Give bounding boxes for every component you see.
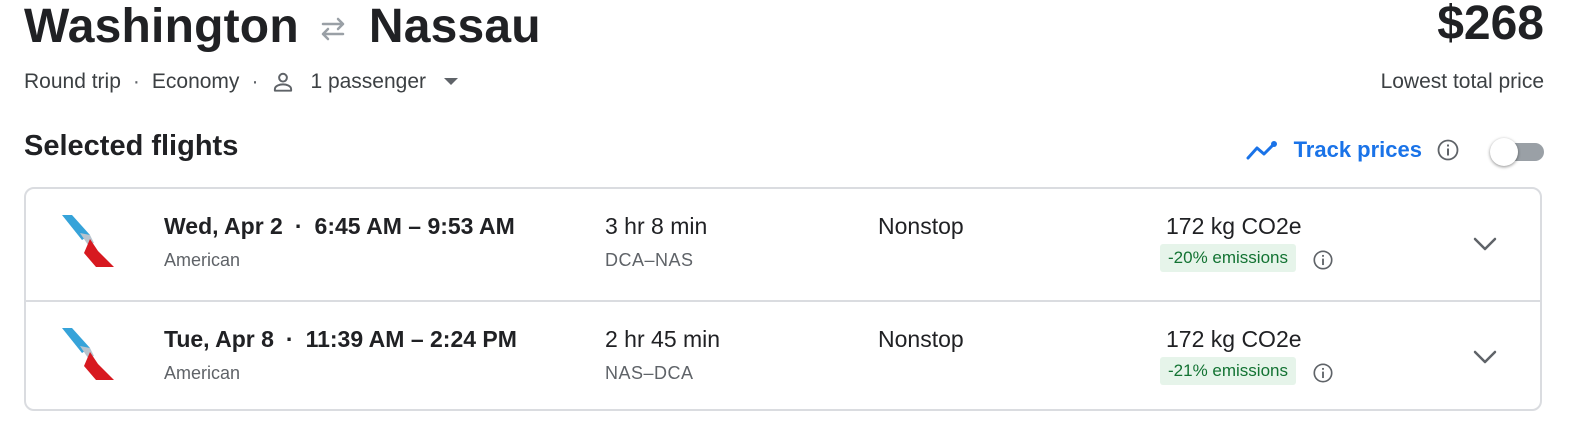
route-title: Washington Nassau	[24, 0, 541, 58]
destination-city: Nassau	[368, 0, 541, 53]
info-icon[interactable]	[1436, 138, 1460, 162]
american-airlines-logo	[60, 215, 116, 271]
chevron-down-icon[interactable]	[1470, 342, 1500, 372]
flight-airports: NAS–DCA	[605, 363, 694, 383]
emissions-badge: -20% emissions	[1160, 244, 1296, 272]
flight-row-return[interactable]: Tue, Apr 8 · 11:39 AM – 2:24 PM American…	[26, 300, 1540, 409]
section-title: Selected flights	[24, 130, 239, 162]
trip-summary: Round trip · Economy · 1 passenger	[24, 66, 462, 98]
chevron-down-icon[interactable]	[1470, 229, 1500, 259]
separator: ·	[294, 213, 303, 239]
passenger-count[interactable]: 1 passenger	[310, 70, 426, 94]
trend-line-icon	[1246, 139, 1280, 161]
airline-name: American	[164, 250, 241, 270]
track-prices-label: Track prices	[1293, 137, 1422, 162]
track-prices: Track prices	[1246, 130, 1544, 170]
date-time-line: Wed, Apr 2 · 6:45 AM – 9:53 AM	[164, 213, 515, 240]
info-icon[interactable]	[1312, 362, 1334, 384]
track-prices-toggle[interactable]	[1490, 138, 1544, 166]
flight-date: Wed, Apr 2	[164, 213, 283, 239]
flight-times: Wed, Apr 2 · 6:45 AM – 9:53 AM American	[164, 213, 515, 271]
date-time-line: Tue, Apr 8 · 11:39 AM – 2:24 PM	[164, 326, 517, 353]
flight-date: Tue, Apr 8	[164, 326, 274, 352]
flight-stops: Nonstop	[878, 326, 964, 352]
selected-flights-card: Wed, Apr 2 · 6:45 AM – 9:53 AM American …	[24, 187, 1542, 411]
flight-duration-col: 3 hr 8 min DCA–NAS	[605, 213, 707, 271]
cabin-class: Economy	[151, 70, 240, 93]
american-airlines-logo	[60, 328, 116, 384]
price-caption: Lowest total price	[1380, 70, 1544, 93]
emissions-badge: -21% emissions	[1160, 357, 1296, 385]
track-prices-link[interactable]: Track prices	[1246, 137, 1422, 163]
flight-row-outbound[interactable]: Wed, Apr 2 · 6:45 AM – 9:53 AM American …	[26, 189, 1540, 300]
flight-emissions-col: 172 kg CO2e -20% emissions	[1160, 213, 1334, 272]
person-icon	[270, 68, 298, 96]
flight-duration-col: 2 hr 45 min NAS–DCA	[605, 326, 720, 384]
flight-stops: Nonstop	[878, 213, 964, 239]
separator: ·	[132, 70, 140, 93]
flight-times-range: 11:39 AM – 2:24 PM	[305, 326, 517, 352]
emissions-amount: 172 kg CO2e	[1166, 213, 1302, 239]
separator: ·	[251, 70, 259, 93]
flight-times-range: 6:45 AM – 9:53 AM	[314, 213, 515, 239]
origin-city: Washington	[24, 0, 299, 53]
swap-arrows-icon	[317, 12, 351, 46]
caret-down-icon[interactable]	[444, 73, 462, 91]
trip-type: Round trip	[24, 70, 121, 93]
flight-duration: 2 hr 45 min	[605, 326, 721, 352]
separator: ·	[285, 326, 294, 352]
flight-duration: 3 hr 8 min	[605, 213, 708, 239]
emissions-amount: 172 kg CO2e	[1166, 326, 1302, 352]
flight-times: Tue, Apr 8 · 11:39 AM – 2:24 PM American	[164, 326, 517, 384]
toggle-knob	[1490, 138, 1518, 166]
airline-name: American	[164, 363, 241, 383]
lowest-price: $268	[1437, 0, 1544, 50]
info-icon[interactable]	[1312, 249, 1334, 271]
flight-airports: DCA–NAS	[605, 250, 694, 270]
flight-emissions-col: 172 kg CO2e -21% emissions	[1160, 326, 1334, 385]
